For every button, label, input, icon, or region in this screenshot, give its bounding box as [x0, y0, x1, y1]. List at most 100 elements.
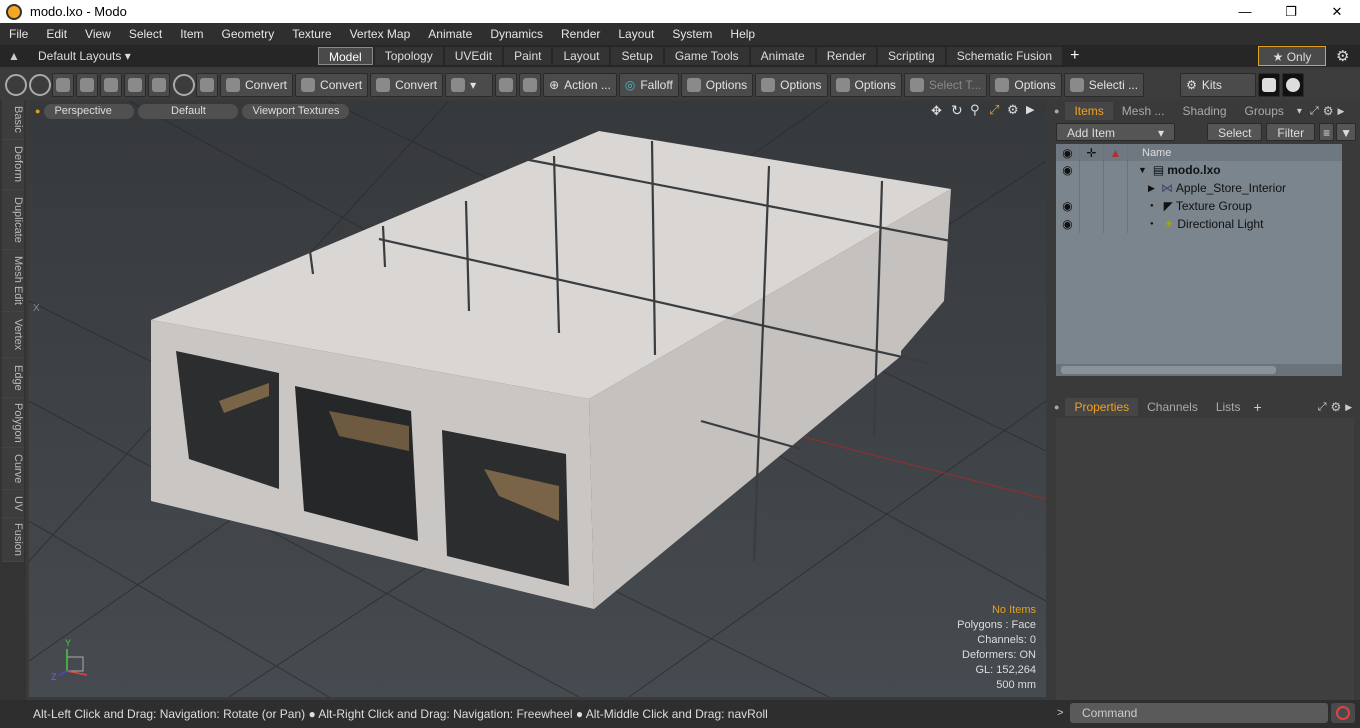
tab-game-tools[interactable]: Game Tools: [664, 47, 749, 65]
tab-layout[interactable]: Layout: [553, 47, 610, 65]
menu-layout[interactable]: Layout: [609, 27, 663, 41]
falloff-button[interactable]: ◎ Falloff: [618, 72, 679, 97]
tab-animate[interactable]: Animate: [750, 47, 815, 65]
panel-expand-icon[interactable]: ⤢: [1310, 105, 1319, 118]
add-tab-plus-icon[interactable]: +: [1254, 399, 1262, 415]
select-button[interactable]: Select: [1207, 123, 1263, 141]
menu-help[interactable]: Help: [721, 27, 764, 41]
item-row-apple-store-interior[interactable]: ▶ ⋈ Apple_Store_Interior: [1056, 179, 1342, 197]
tab-setup[interactable]: Setup: [611, 47, 663, 65]
globe-icon[interactable]: [29, 73, 51, 96]
expand-arrow-icon[interactable]: ▼: [1138, 165, 1147, 175]
panel-arrow-icon[interactable]: ▶: [1345, 402, 1352, 413]
viewport-gear-icon[interactable]: ⚙: [1007, 102, 1019, 118]
tab-mesh-edit[interactable]: Mesh Edit: [2, 250, 24, 312]
menu-dynamics[interactable]: Dynamics: [481, 27, 552, 41]
options-button-3[interactable]: Options: [829, 72, 902, 97]
visibility-eye-icon[interactable]: ◉: [1056, 197, 1080, 215]
select-through-button[interactable]: Select T...: [903, 72, 988, 97]
vertex-mode-icon[interactable]: [5, 73, 27, 96]
tab-basic[interactable]: Basic: [2, 100, 24, 140]
panel-gear-icon[interactable]: ⚙: [1323, 104, 1334, 118]
viewport-textures-button[interactable]: Viewport Textures: [242, 103, 350, 119]
move-view-icon[interactable]: ✥: [931, 103, 942, 119]
menu-file[interactable]: File: [0, 27, 37, 41]
minimize-button[interactable]: —: [1222, 0, 1268, 23]
brush-icon[interactable]: [76, 72, 98, 97]
tab-topology[interactable]: Topology: [374, 47, 443, 65]
perspective-button[interactable]: Perspective: [44, 103, 135, 119]
3d-viewport[interactable]: X Y Z ● Perspective Default Viewport Tex…: [29, 101, 1046, 697]
item-mode-icon[interactable]: [173, 73, 195, 96]
menu-edit[interactable]: Edit: [37, 27, 76, 41]
tab-groups[interactable]: Groups: [1236, 102, 1293, 120]
tab-deform[interactable]: Deform: [2, 140, 24, 190]
panel-dot-icon[interactable]: ●: [1054, 402, 1059, 412]
default-layouts-dropdown[interactable]: Default Layouts ▾: [28, 49, 318, 63]
tab-lists[interactable]: Lists: [1207, 398, 1250, 416]
tab-vertex[interactable]: Vertex: [2, 312, 24, 358]
menu-texture[interactable]: Texture: [283, 27, 340, 41]
convert-button-2[interactable]: Convert: [295, 72, 369, 97]
item-row-texture-group[interactable]: ◉ ● ◤ Texture Group: [1056, 197, 1342, 215]
eye-column-icon[interactable]: ◉: [1056, 143, 1080, 162]
item-row-directional-light[interactable]: ◉ ● ☀ Directional Light: [1056, 215, 1342, 233]
unity-icon[interactable]: [1258, 72, 1281, 97]
collapse-icon[interactable]: ≡: [1319, 123, 1335, 141]
convert-button-3[interactable]: Convert: [370, 72, 444, 97]
tab-mesh[interactable]: Mesh ...: [1113, 102, 1174, 120]
default-shading-button[interactable]: Default: [138, 103, 239, 119]
menu-item[interactable]: Item: [171, 27, 212, 41]
tab-uv[interactable]: UV: [2, 490, 24, 518]
filter-button[interactable]: Filter: [1266, 123, 1316, 141]
panel-gear-icon[interactable]: ⚙: [1331, 400, 1342, 414]
tab-polygon[interactable]: Polygon: [2, 398, 24, 448]
options-button-2[interactable]: Options: [755, 72, 828, 97]
panel-chevron-down-icon[interactable]: ▾: [1297, 106, 1302, 117]
tab-curve[interactable]: Curve: [2, 448, 24, 490]
unreal-icon[interactable]: [1282, 72, 1305, 97]
tab-channels[interactable]: Channels: [1138, 398, 1207, 416]
tab-items[interactable]: Items: [1065, 102, 1113, 120]
rotate-view-icon[interactable]: ↻: [951, 102, 963, 119]
tab-shading[interactable]: Shading: [1173, 102, 1235, 120]
only-toggle[interactable]: ★ Only: [1258, 46, 1326, 66]
item-row-modo-lxo[interactable]: ◉ ▼ ▤ modo.lxo: [1056, 161, 1342, 179]
command-input[interactable]: Command: [1070, 703, 1328, 723]
viewport-arrow-icon[interactable]: ▶: [1026, 103, 1034, 116]
type-column-icon[interactable]: ▲: [1104, 143, 1128, 162]
menu-animate[interactable]: Animate: [419, 27, 481, 41]
tab-schematic-fusion[interactable]: Schematic Fusion: [946, 47, 1063, 65]
collapse-arrow-icon[interactable]: ▲: [0, 49, 28, 63]
action-center-button[interactable]: ⊕ Action ...: [543, 72, 617, 97]
tab-fusion[interactable]: Fusion: [2, 518, 24, 562]
viewport-dot-icon[interactable]: ●: [35, 106, 40, 116]
visibility-eye-icon[interactable]: ◉: [1056, 215, 1080, 233]
add-item-button[interactable]: Add Item ▾: [1056, 123, 1176, 141]
tab-edge[interactable]: Edge: [2, 358, 24, 398]
tab-scripting[interactable]: Scripting: [878, 47, 945, 65]
maximize-button[interactable]: ❐: [1268, 0, 1314, 23]
panel-arrow-icon[interactable]: ▶: [1337, 106, 1344, 117]
panel-dot-icon[interactable]: ●: [1054, 106, 1059, 116]
pen-icon[interactable]: [52, 72, 74, 97]
symmetry-dropdown[interactable]: ▾: [445, 72, 494, 97]
options-button-1[interactable]: Options: [680, 72, 754, 97]
zoom-view-icon[interactable]: ⚲: [970, 102, 980, 118]
tab-model[interactable]: Model: [318, 47, 373, 65]
shield-icon[interactable]: [196, 72, 218, 97]
funnel-icon[interactable]: ▼: [1336, 123, 1356, 141]
tab-duplicate[interactable]: Duplicate: [2, 190, 24, 250]
edge-icon[interactable]: [100, 72, 122, 97]
kits-button[interactable]: ⚙ Kits: [1180, 72, 1257, 97]
polygon-icon[interactable]: [124, 72, 146, 97]
menu-geometry[interactable]: Geometry: [213, 27, 284, 41]
items-horizontal-scrollbar[interactable]: [1056, 364, 1342, 376]
add-tab-plus-icon[interactable]: +: [1070, 47, 1079, 65]
lock-column-icon[interactable]: ✛: [1080, 143, 1104, 162]
options-button-4[interactable]: Options: [989, 72, 1062, 97]
menu-select[interactable]: Select: [120, 27, 171, 41]
workplane-icon[interactable]: [495, 72, 518, 97]
record-button[interactable]: [1331, 703, 1355, 723]
maximize-view-icon[interactable]: ⤢: [989, 102, 999, 118]
